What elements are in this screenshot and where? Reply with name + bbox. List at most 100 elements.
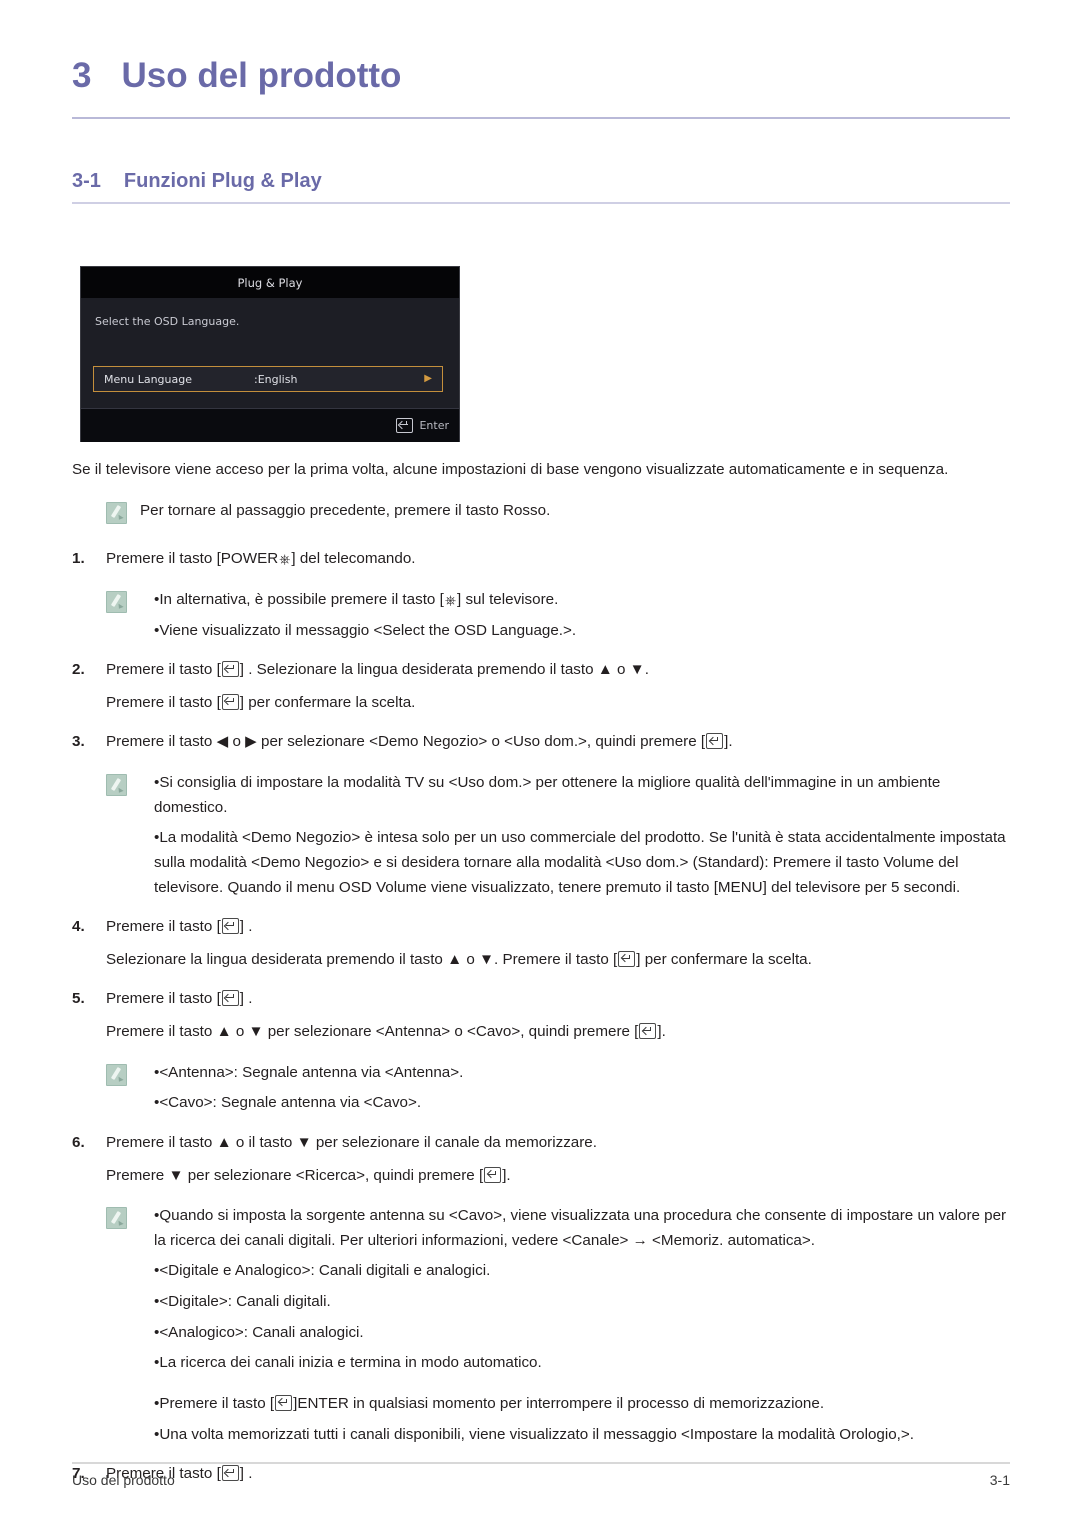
note-line: •Premere il tasto []ENTER in qualsiasi m…: [140, 1392, 1010, 1417]
step-text-before: Premere il tasto ▲ o ▼ per selezionare <…: [106, 1023, 639, 1040]
footer-page-number: 3-1: [989, 1472, 1010, 1488]
step-text-after: ] . Selezionare la lingua desiderata pre…: [239, 661, 649, 679]
note-text-before: •In alternativa, è possibile premere il …: [154, 590, 444, 608]
enter-key-icon: [639, 1023, 657, 1039]
note-icon-cell: [72, 588, 140, 643]
step-number: 3.: [72, 733, 85, 751]
page-title: Uso del prodotto: [121, 56, 402, 95]
note-icon-cell: [72, 771, 140, 900]
step-line: Premere il tasto ◀ o ▶ per selezionare <…: [106, 730, 1010, 755]
step-line: Premere ▼ per selezionare <Ricerca>, qui…: [106, 1164, 1010, 1189]
step-number: 2.: [72, 661, 85, 679]
note-line: •<Digitale>: Canali digitali.: [154, 1293, 331, 1310]
step-text-before: Premere il tasto [: [106, 990, 221, 1008]
step-text-after: ] .: [239, 918, 253, 936]
osd-footer: Enter: [81, 408, 459, 442]
step-number: 5.: [72, 990, 85, 1008]
note-step-1: •In alternativa, è possibile premere il …: [72, 588, 1010, 643]
note-line: •La ricerca dei canali inizia e termina …: [154, 1354, 542, 1372]
note-text: •<Antenna>: Segnale antenna via <Antenna…: [140, 1061, 1010, 1116]
footer-left-label: Uso del prodotto: [72, 1472, 175, 1488]
osd-menu-language-row[interactable]: Menu Language :English ▶: [93, 366, 443, 392]
intro-paragraph: Se il televisore viene acceso per la pri…: [72, 461, 949, 478]
section-heading: 3-1 Funzioni Plug & Play: [72, 170, 322, 193]
enter-key-icon: [221, 918, 239, 935]
enter-key-icon: [221, 693, 239, 710]
note-text-before: •Premere il tasto [: [154, 1394, 275, 1412]
step-text-after: ] del telecomando.: [291, 550, 416, 568]
step-1: 1. Premere il tasto [POWER⎈] del telecom…: [72, 547, 1010, 572]
step-text-before: Premere il tasto [: [106, 661, 221, 679]
step-number: 1.: [72, 550, 85, 568]
step-number: 4.: [72, 918, 85, 936]
enter-key-icon: [275, 1394, 293, 1411]
step-number: 6.: [72, 1133, 85, 1151]
section-divider: [72, 202, 1010, 204]
step-line: Premere il tasto ▲ o ▼ per selezionare <…: [106, 1020, 1010, 1045]
note-line: •<Analogico>: Canali analogici.: [154, 1323, 364, 1341]
step-text-after: ] per confermare la scelta.: [239, 693, 416, 711]
chapter-number: 3: [72, 56, 92, 95]
note-step-3: •Si consiglia di impostare la modalità T…: [72, 771, 1010, 900]
step-line: Premere il tasto [ ] . Selezionare la lin…: [106, 658, 1010, 683]
note-icon-cell: [72, 499, 140, 533]
enter-key-icon: [221, 990, 239, 1007]
step-body: Premere il tasto [] . Selezionare la lin…: [106, 915, 1010, 972]
document-page: 3 Uso del prodotto 3-1 Funzioni Plug & P…: [0, 0, 1080, 1527]
note-text: •In alternativa, è possibile premere il …: [140, 588, 1010, 643]
chapter-heading: 3 Uso del prodotto: [72, 56, 1012, 96]
step-text-before: Premere ▼ per selezionare <Ricerca>, qui…: [106, 1166, 484, 1184]
note-pencil-icon: [106, 501, 127, 524]
note-pencil-icon: [106, 774, 127, 796]
osd-title: Plug & Play: [81, 267, 459, 298]
enter-key-icon: [221, 661, 239, 678]
note-line: •La modalità <Demo Negozio> è intesa sol…: [154, 829, 1006, 896]
osd-row-label: Menu Language: [104, 372, 192, 386]
step-line: Premere il tasto [POWER⎈] del telecomand…: [106, 547, 1010, 572]
step-text-after: ] .: [239, 990, 253, 1008]
step-line: Premere il tasto [] .: [106, 915, 1010, 940]
osd-prompt-text: Select the OSD Language.: [95, 315, 240, 328]
note-pencil-icon: [106, 1207, 127, 1230]
chapter-divider: [72, 117, 1010, 119]
note-line: •<Digitale e Analogico>: Canali digitali…: [154, 1262, 491, 1280]
note-icon-cell: [72, 1061, 140, 1116]
osd-screenshot-figure: Plug & Play Select the OSD Language. Men…: [80, 266, 460, 442]
step-text-before: Premere il tasto [POWER: [106, 550, 279, 568]
note-intro: Per tornare al passaggio precedente, pre…: [72, 499, 1010, 533]
note-line: •Viene visualizzato il messaggio <Select…: [154, 621, 577, 639]
step-line: Premere il tasto ▲ o il tasto ▼ per sele…: [106, 1133, 597, 1151]
enter-key-icon: [484, 1166, 502, 1183]
step-body: Premere il tasto ▲ o il tasto ▼ per sele…: [106, 1131, 1010, 1188]
osd-row-value: :English: [254, 372, 298, 386]
enter-key-icon: [706, 733, 724, 750]
step-text-before: Premere il tasto ◀ o ▶ per selezionare <…: [106, 733, 706, 751]
note-line: •<Cavo>: Segnale antenna via <Cavo>.: [154, 1094, 422, 1112]
step-4: 4. Premere il tasto [] . Selezionare la …: [72, 915, 1010, 972]
step-line: Selezionare la lingua desiderata premend…: [106, 948, 1010, 973]
section-title: Funzioni Plug & Play: [123, 170, 322, 192]
step-body: Premere il tasto [POWER⎈] del telecomand…: [106, 547, 1010, 572]
osd-footer-label: Enter: [419, 419, 449, 432]
enter-key-icon: [396, 418, 414, 433]
step-body: Premere il tasto [ ] . Premere il tasto ▲…: [106, 987, 1010, 1044]
page-footer: Uso del prodotto 3-1: [72, 1472, 1010, 1488]
osd-body: Select the OSD Language. Menu Language :…: [81, 298, 459, 408]
step-text-after: ].: [724, 733, 733, 751]
enter-key-icon: [618, 950, 636, 967]
step-text-after: ].: [502, 1166, 511, 1184]
note-line: Per tornare al passaggio precedente, pre…: [140, 501, 551, 519]
step-text-before: Selezionare la lingua desiderata premend…: [106, 950, 618, 968]
section-number: 3-1: [72, 170, 101, 192]
note-text-after: ] sul televisore.: [457, 590, 559, 608]
step-6: 6. Premere il tasto ▲ o il tasto ▼ per s…: [72, 1131, 1010, 1188]
step-line: Premere il tasto [] per confermare la sc…: [106, 691, 1010, 716]
footer-divider: [72, 1462, 1010, 1464]
step-5: 5. Premere il tasto [ ] . Premere il tast…: [72, 987, 1010, 1044]
step-3: 3. Premere il tasto ◀ o ▶ per selezionar…: [72, 730, 1010, 755]
step-2: 2. Premere il tasto [ ] . Selezionare la …: [72, 658, 1010, 715]
note-step-5: •<Antenna>: Segnale antenna via <Antenna…: [72, 1061, 1010, 1116]
step-text-after: ].: [657, 1023, 666, 1040]
note-text: Per tornare al passaggio precedente, pre…: [140, 499, 1010, 533]
note-pencil-icon: [106, 590, 127, 613]
